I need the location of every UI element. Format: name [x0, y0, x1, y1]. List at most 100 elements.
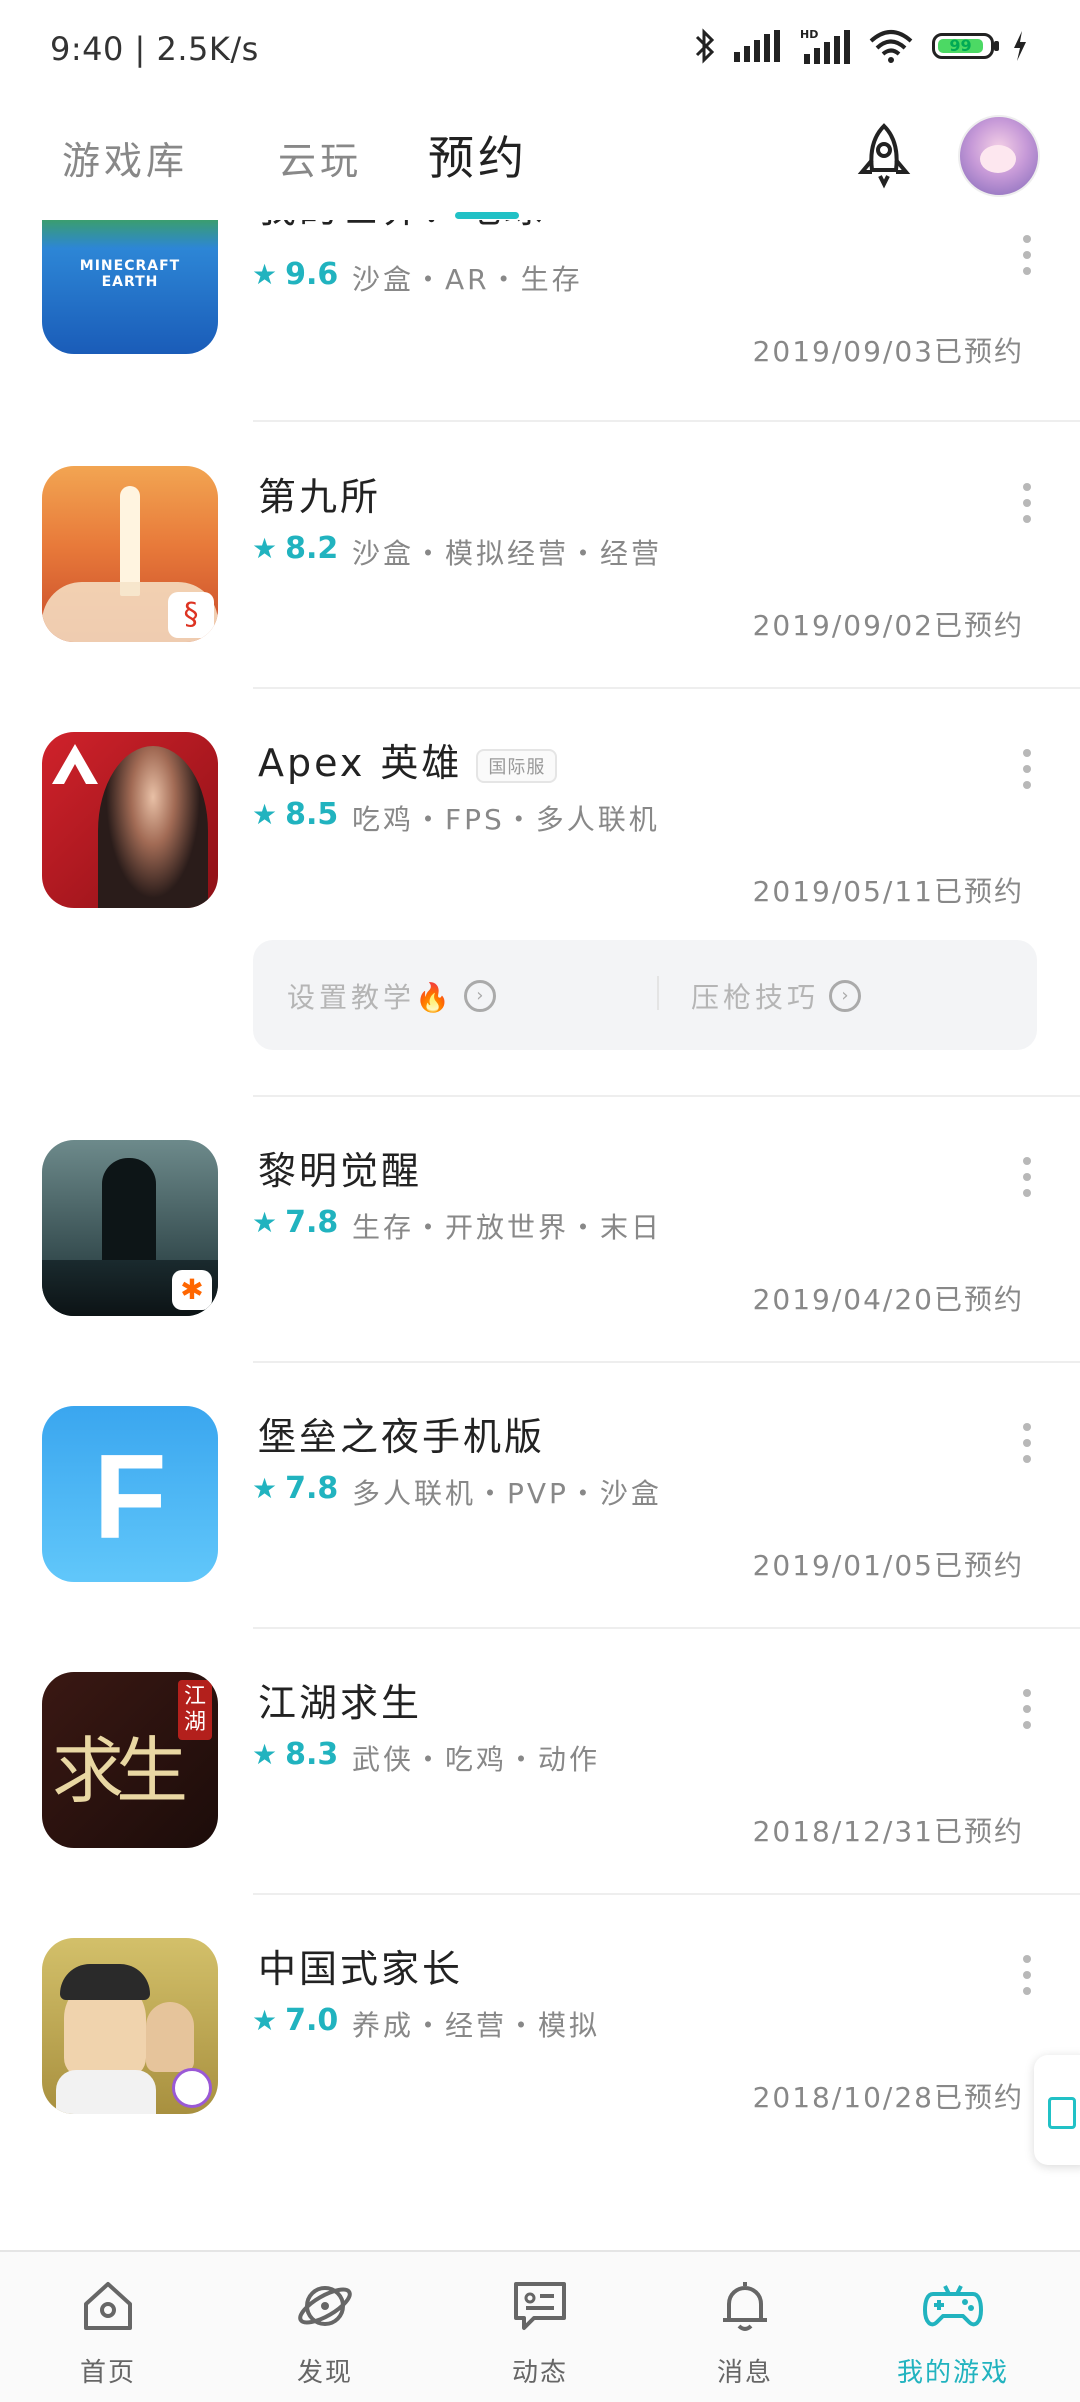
status-time-speed: 9:40 | 2.5K/s — [50, 30, 259, 68]
apex-logo-icon — [52, 744, 98, 784]
tab-reservations[interactable]: 预约 — [428, 122, 528, 188]
star-icon: ★ — [252, 1472, 278, 1505]
rating-score: 7.8 — [285, 1471, 339, 1506]
chat-icon — [514, 2282, 566, 2330]
dawn-awakening-icon: ✱ — [42, 1140, 218, 1316]
divider — [253, 687, 1080, 689]
nav-my-games[interactable]: 我的游戏 — [873, 2252, 1033, 2402]
game-tags: 多人联机・PVP・沙盒 — [352, 1477, 662, 1510]
battery-icon: 99 — [932, 33, 999, 59]
nav-activity[interactable]: 动态 — [460, 2252, 620, 2402]
game-title: Apex 英雄 — [258, 741, 463, 785]
tencent-logo-icon: ✱ — [172, 1270, 212, 1310]
nav-label: 动态 — [511, 2358, 568, 2388]
star-icon: ★ — [252, 532, 278, 565]
quick-link-settings-tutorial[interactable]: 设置教学🔥 › — [287, 976, 496, 1016]
user-avatar[interactable] — [958, 115, 1040, 197]
rating-score: 8.2 — [285, 531, 339, 566]
star-icon: ★ — [252, 1206, 278, 1239]
gamepad-icon — [923, 2285, 983, 2327]
bottom-navigation: 首页 发现 动态 消息 我的游戏 — [0, 2250, 1080, 2402]
star-icon: ★ — [252, 798, 278, 831]
quick-link-label: 设置教学🔥 — [287, 981, 454, 1014]
divider — [253, 1893, 1080, 1895]
bluetooth-icon — [695, 28, 715, 64]
rating: ★ 8.5 — [252, 797, 338, 832]
icon-small-text: 江湖 — [178, 1680, 212, 1740]
server-badge: 国际服 — [476, 748, 558, 783]
reservation-date: 2019/09/03已预约 — [752, 335, 1024, 368]
more-options-button[interactable] — [1022, 1423, 1032, 1463]
quick-links-box: 设置教学🔥 › 压枪技巧 › — [253, 940, 1037, 1050]
active-tab-indicator — [455, 212, 519, 219]
planet-icon — [298, 2286, 352, 2326]
divider — [657, 976, 659, 1010]
rating-score: 7.0 — [285, 2003, 339, 2038]
rocket-launch-icon: § — [42, 466, 218, 642]
game-title: 堡垒之夜手机版 — [258, 1415, 546, 1459]
game-tags: 生存・开放世界・末日 — [352, 1211, 663, 1244]
nav-label: 发现 — [296, 2358, 353, 2388]
nav-discover[interactable]: 发现 — [245, 2252, 405, 2402]
rocket-button[interactable] — [848, 120, 920, 192]
rocket-icon — [857, 123, 911, 189]
game-title: 江湖求生 — [258, 1681, 423, 1725]
more-options-button[interactable] — [1022, 1955, 1032, 1995]
apex-legends-icon — [42, 732, 218, 908]
hd-signal-icon: HD — [800, 28, 850, 64]
jianghu-icon: 求生 江湖 — [42, 1672, 218, 1848]
reservation-date: 2019/09/02已预约 — [752, 609, 1024, 642]
chinese-parents-icon — [42, 1938, 218, 2114]
quick-link-recoil-tips[interactable]: 压枪技巧 › — [691, 976, 862, 1016]
more-options-button[interactable] — [1022, 1157, 1032, 1197]
reservation-date: 2019/01/05已预约 — [752, 1549, 1024, 1582]
game-title: 第九所 — [258, 475, 382, 519]
icon-logo-text: MINECRAFT EARTH — [79, 258, 181, 290]
battery-level: 99 — [938, 38, 983, 54]
rating: ★ 7.8 — [252, 1205, 338, 1240]
nav-label: 我的游戏 — [896, 2358, 1009, 2388]
rating-score: 7.8 — [285, 1205, 339, 1240]
signal-icon — [734, 30, 780, 62]
more-options-button[interactable] — [1022, 749, 1032, 789]
reserved-games-list: MINECRAFT EARTH 我的世界：地球 ★ 9.6 沙盒・AR・生存 2… — [0, 220, 1080, 2210]
game-tags: 沙盒・AR・生存 — [352, 263, 583, 296]
game-tags: 沙盒・模拟经营・经营 — [352, 537, 663, 570]
rating-score: 9.6 — [285, 257, 339, 292]
more-options-button[interactable] — [1022, 235, 1032, 275]
game-tags: 吃鸡・FPS・多人联机 — [352, 803, 660, 836]
divider — [253, 1361, 1080, 1363]
star-icon: ★ — [252, 258, 278, 291]
game-title: 黎明觉醒 — [258, 1149, 423, 1193]
game-title-row: Apex 英雄 国际服 — [258, 732, 558, 787]
game-title: 中国式家长 — [258, 1947, 464, 1991]
divider — [253, 1095, 1080, 1097]
fortnite-logo-letter: F — [93, 1430, 167, 1564]
rating: ★ 7.0 — [252, 2003, 338, 2038]
arrow-right-circle-icon: › — [829, 980, 862, 1012]
minecraft-earth-icon: MINECRAFT EARTH — [42, 220, 218, 354]
floating-download-tab[interactable] — [1034, 2055, 1080, 2165]
star-icon: ★ — [252, 1738, 278, 1771]
reservation-date: 2019/04/20已预约 — [752, 1283, 1024, 1316]
nav-label: 首页 — [79, 2358, 136, 2388]
tab-cloud-play[interactable]: 云玩 — [278, 130, 362, 185]
nav-messages[interactable]: 消息 — [665, 2252, 825, 2402]
rating-score: 8.5 — [285, 797, 339, 832]
charging-icon — [1014, 31, 1026, 61]
status-icons: HD 99 — [694, 28, 1028, 64]
more-options-button[interactable] — [1022, 1689, 1032, 1729]
divider — [253, 1627, 1080, 1629]
netease-logo-icon: § — [168, 592, 214, 638]
rating-score: 8.3 — [285, 1737, 339, 1772]
nav-home[interactable]: 首页 — [28, 2252, 188, 2402]
tab-game-library[interactable]: 游戏库 — [62, 130, 188, 185]
rating: ★ 8.3 — [252, 1737, 338, 1772]
reservation-date: 2018/12/31已预约 — [752, 1815, 1024, 1848]
svg-text:HD: HD — [800, 28, 818, 41]
game-title: 我的世界：地球 — [258, 220, 545, 233]
game-tags: 养成・经营・模拟 — [352, 2009, 601, 2042]
rating: ★ 8.2 — [252, 531, 338, 566]
more-options-button[interactable] — [1022, 483, 1032, 523]
bell-icon — [723, 2282, 767, 2331]
